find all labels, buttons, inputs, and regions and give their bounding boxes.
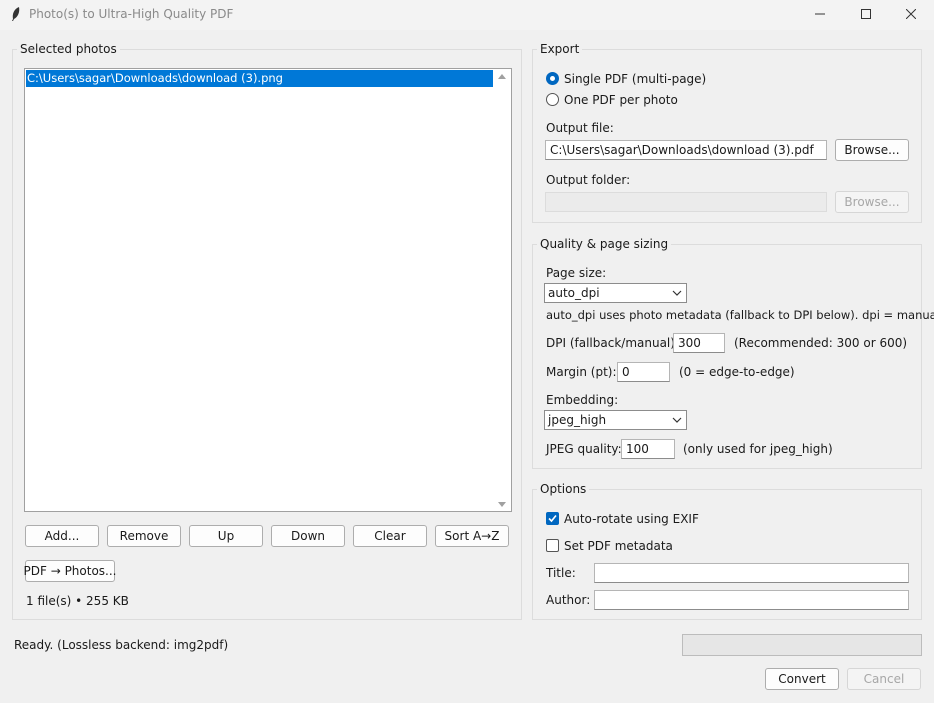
minimize-button[interactable] — [797, 0, 843, 28]
options-label: Options — [537, 482, 590, 496]
status-text: Ready. (Lossless backend: img2pdf) — [14, 638, 229, 652]
feather-icon — [12, 7, 20, 21]
single-pdf-label[interactable]: Single PDF (multi-page) — [564, 71, 706, 87]
title-label: Title: — [546, 566, 576, 580]
window-title: Photo(s) to Ultra-High Quality PDF — [29, 7, 234, 21]
browse-folder-button[interactable]: Browse... — [835, 191, 909, 213]
progress-bar — [682, 634, 922, 656]
jpeg-quality-field[interactable]: 100 — [621, 439, 675, 459]
page-size-hint: auto_dpi uses photo metadata (fallback t… — [546, 308, 934, 322]
checkmark-icon — [548, 514, 557, 523]
dpi-field[interactable]: 300 — [673, 333, 725, 353]
title-bar: Photo(s) to Ultra-High Quality PDF — [0, 0, 934, 30]
author-label: Author: — [546, 593, 591, 607]
per-photo-label[interactable]: One PDF per photo — [564, 92, 678, 108]
photo-listbox[interactable]: C:\Users\sagar\Downloads\download (3).pn… — [24, 68, 512, 512]
maximize-icon — [861, 9, 871, 19]
quality-label: Quality & page sizing — [537, 237, 672, 251]
chevron-down-icon — [672, 290, 682, 296]
jpeg-quality-hint: (only used for jpeg_high) — [683, 442, 833, 456]
dpi-label: DPI (fallback/manual): — [546, 336, 679, 350]
margin-field[interactable]: 0 — [617, 362, 670, 382]
export-label: Export — [537, 42, 583, 56]
author-field[interactable] — [594, 590, 909, 610]
output-file-label: Output file: — [546, 121, 614, 135]
sort-button[interactable]: Sort A→Z — [435, 525, 509, 547]
add-button[interactable]: Add... — [25, 525, 99, 547]
clear-button[interactable]: Clear — [353, 525, 427, 547]
list-item[interactable]: C:\Users\sagar\Downloads\download (3).pn… — [26, 70, 493, 87]
page-size-value: auto_dpi — [548, 286, 600, 300]
metadata-label[interactable]: Set PDF metadata — [564, 538, 673, 554]
embedding-select[interactable]: jpeg_high — [544, 410, 687, 430]
page-size-select[interactable]: auto_dpi — [544, 283, 687, 303]
title-field[interactable] — [594, 563, 909, 583]
cancel-button[interactable]: Cancel — [847, 668, 921, 690]
autorotate-checkbox[interactable] — [546, 512, 559, 525]
metadata-checkbox[interactable] — [546, 539, 559, 552]
embedding-value: jpeg_high — [548, 413, 607, 427]
pdf-to-photos-button[interactable]: PDF → Photos... — [24, 560, 117, 582]
scroll-down-icon[interactable] — [497, 499, 507, 509]
dpi-hint: (Recommended: 300 or 600) — [734, 336, 908, 350]
output-folder-field[interactable] — [545, 192, 827, 212]
output-file-field[interactable]: C:\Users\sagar\Downloads\download (3).pd… — [545, 140, 827, 160]
selected-photos-label: Selected photos — [17, 42, 120, 56]
down-button[interactable]: Down — [271, 525, 345, 547]
autorotate-label[interactable]: Auto-rotate using EXIF — [564, 511, 699, 527]
chevron-down-icon — [672, 417, 682, 423]
jpeg-quality-label: JPEG quality: — [546, 442, 622, 456]
file-summary: 1 file(s) • 255 KB — [26, 594, 129, 608]
output-folder-label: Output folder: — [546, 173, 631, 187]
embedding-label: Embedding: — [546, 393, 619, 407]
convert-button[interactable]: Convert — [765, 668, 839, 690]
remove-button[interactable]: Remove — [107, 525, 181, 547]
up-button[interactable]: Up — [189, 525, 263, 547]
single-pdf-radio[interactable] — [546, 72, 559, 85]
margin-label: Margin (pt): — [546, 365, 617, 379]
margin-hint: (0 = edge-to-edge) — [679, 365, 795, 379]
browse-file-button[interactable]: Browse... — [835, 139, 909, 161]
page-size-label: Page size: — [546, 266, 607, 280]
close-icon — [906, 9, 916, 19]
minimize-icon — [815, 13, 825, 15]
per-photo-radio[interactable] — [546, 93, 559, 106]
maximize-button[interactable] — [843, 0, 889, 28]
scroll-up-icon[interactable] — [497, 72, 507, 82]
close-button[interactable] — [888, 0, 934, 28]
